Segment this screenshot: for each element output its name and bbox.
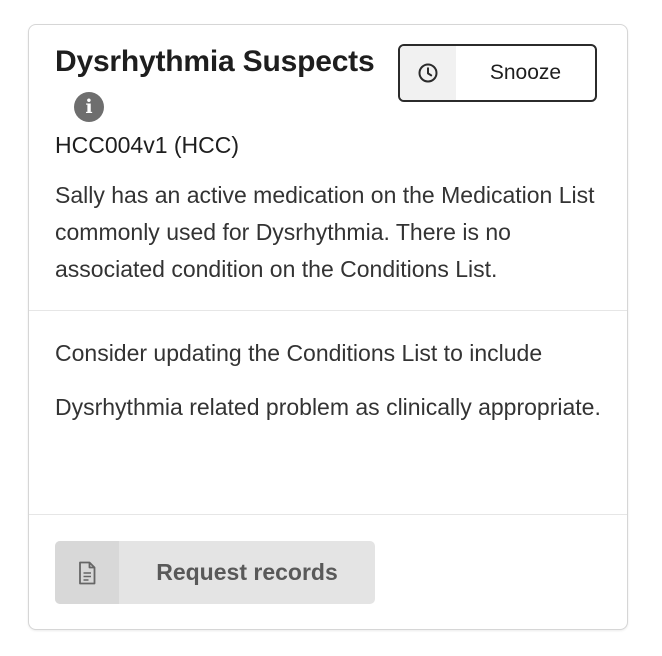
card-header-section: Dysrhythmia Suspects i Snooze HCC004v1 (… — [29, 25, 627, 311]
clock-icon — [400, 46, 456, 100]
measure-code: HCC004v1 (HCC) — [55, 132, 240, 158]
request-records-button[interactable]: Request records — [55, 541, 375, 604]
info-icon[interactable]: i — [74, 92, 104, 122]
request-records-label: Request records — [156, 559, 338, 585]
recommendation-text: Consider updating the Conditions List to… — [55, 340, 601, 420]
snooze-button-label: Snooze — [489, 61, 562, 84]
suggestion-card: Dysrhythmia Suspects i Snooze HCC004v1 (… — [28, 24, 628, 630]
recommendation-section: Consider updating the Conditions List to… — [29, 311, 627, 515]
document-icon — [55, 541, 119, 604]
card-title: Dysrhythmia Suspects — [55, 45, 375, 78]
snooze-button[interactable]: Snooze — [398, 44, 597, 102]
card-description: Sally has an active medication on the Me… — [55, 182, 595, 282]
